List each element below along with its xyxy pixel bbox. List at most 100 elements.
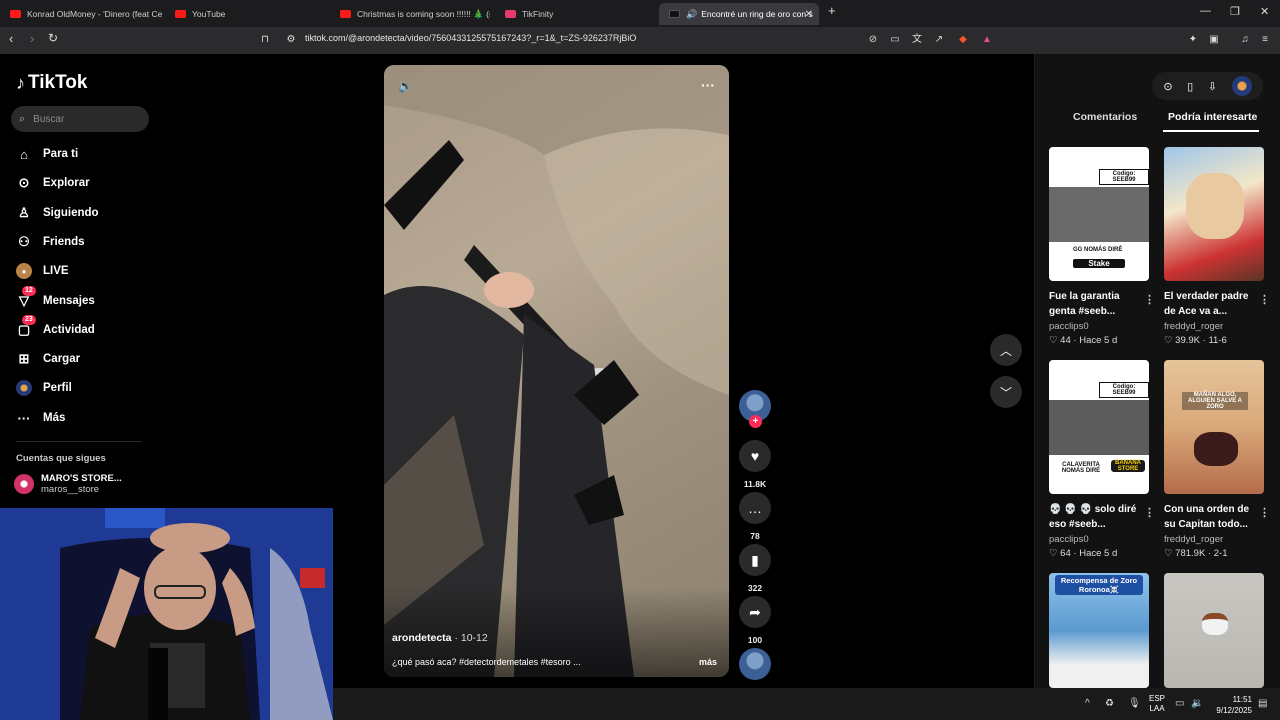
system-clock[interactable]: 11:51 9/12/2025 xyxy=(1212,694,1252,716)
video-title: 💀 💀 💀 solo diré eso #seeb... xyxy=(1049,504,1137,530)
music-avatar[interactable] xyxy=(739,648,771,680)
browser-tab[interactable]: TikFinity xyxy=(495,3,655,25)
close-tab-icon[interactable]: ✕ xyxy=(805,9,813,20)
monitor-icon[interactable]: ▭ xyxy=(1175,698,1184,709)
volume-icon[interactable]: 🔉 xyxy=(1191,698,1203,709)
os-taskbar: ^ ♻ 🎙 ▭ 🔉 ▤ xyxy=(333,688,1280,720)
save-count: 322 xyxy=(747,583,763,593)
thumbnail-text: Recompensa de Zoro Roronoa☠️ xyxy=(1055,575,1143,595)
cast-icon[interactable]: ▭ xyxy=(888,33,902,47)
sidebar-icon[interactable]: ▣ xyxy=(1207,33,1221,47)
brave-shield-icon[interactable]: ◆ xyxy=(956,33,970,47)
notification-icon[interactable]: ▤ xyxy=(1258,698,1267,709)
home-icon: ⌂ xyxy=(20,146,28,162)
suggested-video[interactable] xyxy=(1164,573,1264,688)
sidebar-item-perfil[interactable]: .Perfil xyxy=(16,377,72,399)
video-author: pacclips0 xyxy=(1049,534,1089,545)
extensions-icon[interactable]: ✦ xyxy=(1186,33,1200,47)
save-button[interactable]: ▮ 322 xyxy=(739,544,771,593)
share-count: 100 xyxy=(747,635,763,645)
tikfinity-icon xyxy=(505,10,516,18)
streamer-image xyxy=(0,508,333,720)
suggested-video[interactable]: El verdader padre de Ace va a... ⋮ fredd… xyxy=(1164,147,1270,346)
app-tray-icon[interactable]: ♻ xyxy=(1105,698,1114,709)
upload-icon: ⊞ xyxy=(18,351,30,366)
share-button[interactable]: ➦ 100 xyxy=(739,596,771,645)
suggested-video[interactable]: Recompensa de Zoro Roronoa☠️ xyxy=(1049,573,1149,688)
sidebar-item-mas[interactable]: ··· Más xyxy=(16,407,66,429)
maximize-icon[interactable]: ❐ xyxy=(1230,5,1240,18)
sidebar-item-cargar[interactable]: ⊞ Cargar xyxy=(16,348,81,370)
video-player[interactable]: 🔈 ··· arondetecta · 10-12 ¿qué pasó aca?… xyxy=(384,65,729,677)
close-window-icon[interactable]: ✕ xyxy=(1260,5,1269,18)
microphone-icon[interactable]: 🎙 xyxy=(1128,698,1141,709)
chevron-up-icon[interactable]: ^ xyxy=(1085,698,1090,709)
video-stats: ♡ 781.9K · 2-1 xyxy=(1164,548,1228,559)
site-info-icon[interactable]: ⚙ xyxy=(284,33,298,47)
sidebar-item-para-ti[interactable]: ⌂ Para ti xyxy=(16,143,78,165)
next-video-button[interactable]: ﹀ xyxy=(990,376,1022,408)
search-input[interactable]: ⌕ Buscar xyxy=(11,106,149,132)
comment-button[interactable]: … 78 xyxy=(739,492,771,541)
translate-icon[interactable]: 文 xyxy=(910,33,924,47)
phone-icon[interactable]: ▯ xyxy=(1187,80,1193,93)
minimize-icon[interactable]: — xyxy=(1200,5,1211,17)
video-caption: ¿qué pasó aca? #detectordemetales #tesor… xyxy=(392,657,581,667)
avatar[interactable] xyxy=(1231,76,1252,96)
tab-comentarios[interactable]: Comentarios xyxy=(1073,111,1137,123)
sidebar-item-friends[interactable]: ⚇ Friends xyxy=(16,231,84,253)
browser-tab[interactable]: Christmas is coming soon !!!!!! 🎄 (sp xyxy=(330,3,490,25)
sidebar-item-siguiendo[interactable]: ♙ Siguiendo xyxy=(16,202,98,224)
like-button[interactable]: ♥ 11.8K xyxy=(739,440,771,489)
volume-icon[interactable]: 🔈 xyxy=(398,79,413,93)
activity-icon: ▢ 23 xyxy=(16,315,36,338)
thumbnail-text: BANANA STORE xyxy=(1111,460,1145,472)
thumbnail-mouth xyxy=(1194,432,1238,466)
sidebar-item-actividad[interactable]: ▢ 23 Actividad xyxy=(16,315,95,341)
bookmark-icon[interactable]: ⊓ xyxy=(258,33,272,47)
video-title: Fue la garantia genta #seeb... xyxy=(1049,291,1120,317)
url-field[interactable]: tiktok.com/@arondetecta/video/7560433125… xyxy=(305,33,636,43)
brave-rewards-icon[interactable]: ▲ xyxy=(980,33,994,47)
video-author: pacclips0 xyxy=(1049,321,1089,332)
avatar xyxy=(739,648,771,680)
follow-button[interactable]: + xyxy=(749,415,762,428)
followed-account[interactable]: MARO'S STORE... maros__store xyxy=(14,473,122,495)
video-thumbnail xyxy=(1164,573,1264,688)
chevron-down-icon: ﹀ xyxy=(999,385,1012,400)
tab-podria-interesarte[interactable]: Podría interesarte xyxy=(1168,111,1257,123)
youtube-icon xyxy=(175,10,186,18)
caption-more-button[interactable]: más xyxy=(699,657,717,667)
sidebar-item-explorar[interactable]: ⊙ Explorar xyxy=(16,172,90,194)
sidebar-item-live[interactable]: ● LIVE xyxy=(16,260,69,282)
previous-video-button[interactable]: ︿ xyxy=(990,334,1022,366)
browser-tab[interactable]: YouTube xyxy=(165,3,330,25)
suggested-video[interactable]: Codigo: SEEB99 GG NOMÁS DIRÉ Stake Fue l… xyxy=(1049,147,1155,346)
youtube-icon xyxy=(10,10,21,18)
language-indicator[interactable]: ESP LAA xyxy=(1149,694,1165,714)
thumbnail-photo xyxy=(1049,187,1149,242)
suggested-video[interactable]: MAÑAN ALGO, ALGUIEN SALVE A ZORO Con una… xyxy=(1164,360,1270,559)
video-author[interactable]: arondetecta · 10-12 xyxy=(392,632,488,644)
tiktok-logo[interactable]: ♪ TikTok xyxy=(16,72,87,94)
forward-icon[interactable]: › xyxy=(30,31,34,46)
more-options-icon[interactable]: ⋮ xyxy=(1259,506,1270,519)
more-options-icon[interactable]: ⋮ xyxy=(1259,293,1270,306)
menu-icon[interactable]: ≡ xyxy=(1258,33,1272,47)
suggested-video[interactable]: Codigo: SEEB99 CALAVERITA NOMÁS DIRÉ BAN… xyxy=(1049,360,1155,559)
back-icon[interactable]: ‹ xyxy=(9,31,13,46)
download-icon[interactable]: ⇩ xyxy=(1208,80,1217,93)
share-icon[interactable]: ↗ xyxy=(932,33,946,47)
browser-tab-active[interactable]: 🔊 Encontré un ring de oro con s ✕ xyxy=(659,3,819,25)
more-options-icon[interactable]: ⋮ xyxy=(1144,506,1155,519)
more-options-icon[interactable]: ⋮ xyxy=(1144,293,1155,306)
media-icon[interactable]: ♫ xyxy=(1238,33,1252,47)
browser-tab[interactable]: Konrad OldMoney - 'Dinero (feat Ce xyxy=(0,3,165,25)
no-sound-icon[interactable]: ⊘ xyxy=(866,33,880,47)
reload-icon[interactable]: ↻ xyxy=(48,31,58,45)
browser-tab-bar: Konrad OldMoney - 'Dinero (feat Ce YouTu… xyxy=(0,0,1280,27)
compass-icon[interactable]: ⊙ xyxy=(1163,80,1172,93)
sidebar-item-mensajes[interactable]: ▽ 12 Mensajes xyxy=(16,286,95,312)
new-tab-button[interactable]: + xyxy=(828,3,836,18)
video-menu-icon[interactable]: ··· xyxy=(701,77,715,93)
